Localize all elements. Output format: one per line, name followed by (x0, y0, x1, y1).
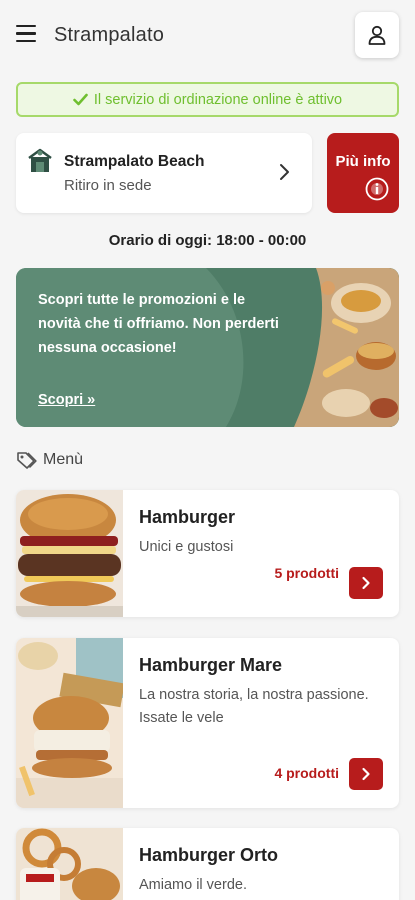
ordering-status-banner: Il servizio di ordinazione online è atti… (16, 82, 399, 117)
menu-item-title: Hamburger (139, 507, 236, 527)
hamburger-mare-photo (16, 638, 123, 808)
promo-text: Scopri tutte le promozioni e le novità c… (38, 292, 279, 356)
menu-item-title: Hamburger Orto (139, 845, 279, 865)
hamburger-menu-icon[interactable] (16, 25, 36, 43)
pickup-mode: Ritiro in sede (64, 177, 152, 194)
info-icon (365, 177, 389, 201)
store-selector[interactable]: Strampalato Beach Ritiro in sede (16, 133, 312, 213)
status-text: Il servizio di ordinazione online è atti… (93, 91, 343, 108)
chevron-right-icon (362, 767, 370, 781)
check-icon (73, 93, 88, 106)
opening-hours: Orario di oggi: 18:00 - 00:00 (108, 232, 307, 249)
chevron-right-icon (362, 576, 370, 590)
product-count: 5 prodotti (274, 565, 339, 581)
menu-item-description: La nostra storia, la nostra passione. Is… (139, 687, 369, 726)
store-icon (28, 148, 52, 172)
more-info-label: Più info (335, 153, 391, 170)
product-count: 4 prodotti (274, 765, 339, 781)
menu-item-title: Hamburger Mare (139, 655, 283, 675)
open-category-button[interactable] (349, 758, 383, 790)
more-info-button[interactable]: Più info (327, 133, 399, 213)
store-name: Strampalato Beach (64, 153, 205, 170)
app-header: Strampalato (0, 0, 415, 72)
app-title: Strampalato (54, 24, 165, 46)
menu-category-card[interactable]: Hamburger Unici e gustosi 5 prodotti (16, 490, 399, 617)
chevron-right-icon (280, 164, 289, 180)
menu-section-label: Menù (43, 451, 84, 468)
menu-section-header: Menù (16, 451, 83, 469)
user-icon (368, 25, 386, 45)
promo-discover-link[interactable]: Scopri » (38, 392, 95, 408)
hamburger-orto-photo (16, 828, 123, 900)
menu-item-description: Unici e gustosi (139, 539, 234, 555)
tag-icon (17, 452, 37, 469)
open-category-button[interactable] (349, 567, 383, 599)
menu-category-card[interactable]: Hamburger Orto Amiamo il verde. (16, 828, 399, 900)
promo-banner[interactable]: Scopri tutte le promozioni e le novità c… (16, 268, 399, 427)
menu-item-description: Amiamo il verde. (139, 877, 247, 893)
hamburger-photo (16, 490, 123, 617)
menu-category-card[interactable]: Hamburger Mare La nostra storia, la nost… (16, 638, 399, 808)
user-account-button[interactable] (355, 12, 399, 58)
